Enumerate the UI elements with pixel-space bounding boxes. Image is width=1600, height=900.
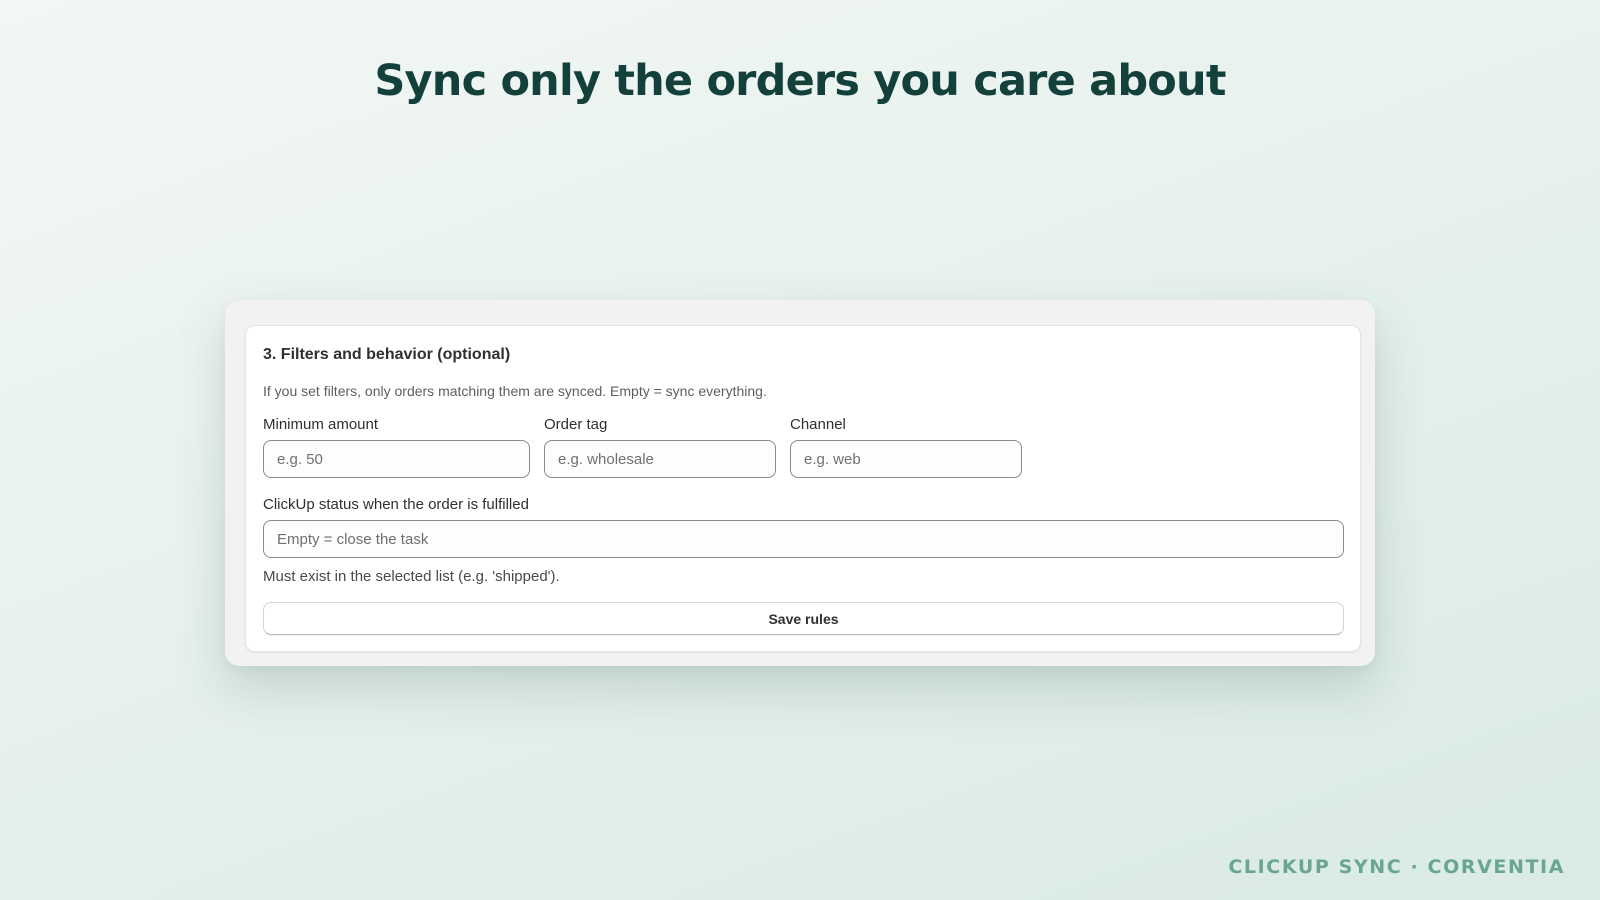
fulfilled-status-help: Must exist in the selected list (e.g. 's… [263, 568, 560, 585]
channel-input[interactable] [790, 440, 1022, 478]
section-description: If you set filters, only orders matching… [263, 383, 767, 399]
settings-frame: 3. Filters and behavior (optional) If yo… [225, 300, 1375, 666]
save-rules-button[interactable]: Save rules [263, 602, 1344, 635]
footer-brand: CLICKUP SYNC · CORVENTIA [1228, 856, 1565, 878]
channel-label: Channel [790, 416, 846, 433]
order-tag-input[interactable] [544, 440, 776, 478]
minimum-amount-label: Minimum amount [263, 416, 379, 433]
page-title: Sync only the orders you care about [374, 56, 1226, 106]
filters-card: 3. Filters and behavior (optional) If yo… [245, 325, 1361, 652]
fulfilled-status-input[interactable] [263, 520, 1344, 558]
section-heading: 3. Filters and behavior (optional) [263, 346, 511, 363]
fulfilled-status-label: ClickUp status when the order is fulfill… [263, 496, 529, 513]
minimum-amount-input[interactable] [263, 440, 530, 478]
order-tag-label: Order tag [544, 416, 608, 433]
